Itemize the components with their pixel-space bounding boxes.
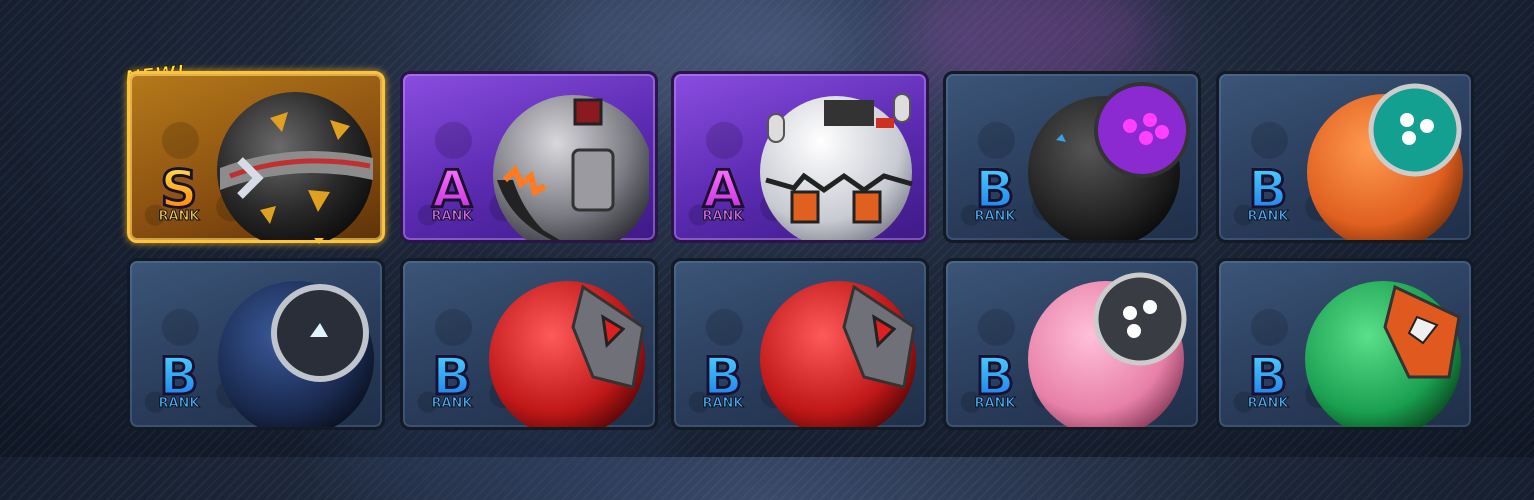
rank-badge: B RANK xyxy=(692,350,754,413)
rank-word: RANK xyxy=(158,209,200,224)
ball-card-2[interactable]: A RANK xyxy=(400,71,658,243)
silver-flame-ball-icon xyxy=(493,95,649,240)
ball-card-9[interactable]: B RANK xyxy=(943,258,1201,430)
rank-badge: B RANK xyxy=(148,350,210,413)
rank-word: RANK xyxy=(974,209,1016,224)
rank-badge: B RANK xyxy=(964,163,1026,226)
red-charge-ball-icon xyxy=(489,281,645,427)
rank-word: RANK xyxy=(431,209,473,224)
rank-word: RANK xyxy=(1247,209,1289,224)
orange-teal-ball-icon xyxy=(1307,83,1463,240)
rank-badge: A RANK xyxy=(692,163,754,226)
rank-word: RANK xyxy=(702,396,744,411)
ball-card-8[interactable]: B RANK xyxy=(671,258,929,430)
white-robot-ball-icon xyxy=(760,93,913,240)
rank-badge: B RANK xyxy=(1237,163,1299,226)
ball-card-6[interactable]: B RANK xyxy=(127,258,385,430)
rank-badge: B RANK xyxy=(964,350,1026,413)
rank-badge: S RANK xyxy=(148,163,210,226)
selection-marker xyxy=(314,238,324,244)
ball-card-1[interactable]: S RANK xyxy=(127,71,385,243)
rank-word: RANK xyxy=(702,209,744,224)
rank-badge: B RANK xyxy=(421,350,483,413)
pink-ball-icon xyxy=(1028,272,1187,427)
black-purple-ball-icon xyxy=(1028,82,1190,240)
navy-ball-icon xyxy=(218,281,374,427)
rank-word: RANK xyxy=(158,396,200,411)
rank-word: RANK xyxy=(1247,396,1289,411)
green-orange-ball-icon xyxy=(1305,281,1461,427)
rank-word: RANK xyxy=(974,396,1016,411)
ball-card-10[interactable]: B RANK xyxy=(1216,258,1474,430)
ball-card-3[interactable]: A RANK xyxy=(671,71,929,243)
rank-badge: B RANK xyxy=(1237,350,1299,413)
ball-card-5[interactable]: B RANK xyxy=(1216,71,1474,243)
red-charge-ball-icon xyxy=(760,281,916,427)
rank-word: RANK xyxy=(431,396,473,411)
black-gold-ball-icon xyxy=(217,92,373,240)
ball-card-4[interactable]: B RANK xyxy=(943,71,1201,243)
ball-card-7[interactable]: B RANK xyxy=(400,258,658,430)
rank-badge: A RANK xyxy=(421,163,483,226)
